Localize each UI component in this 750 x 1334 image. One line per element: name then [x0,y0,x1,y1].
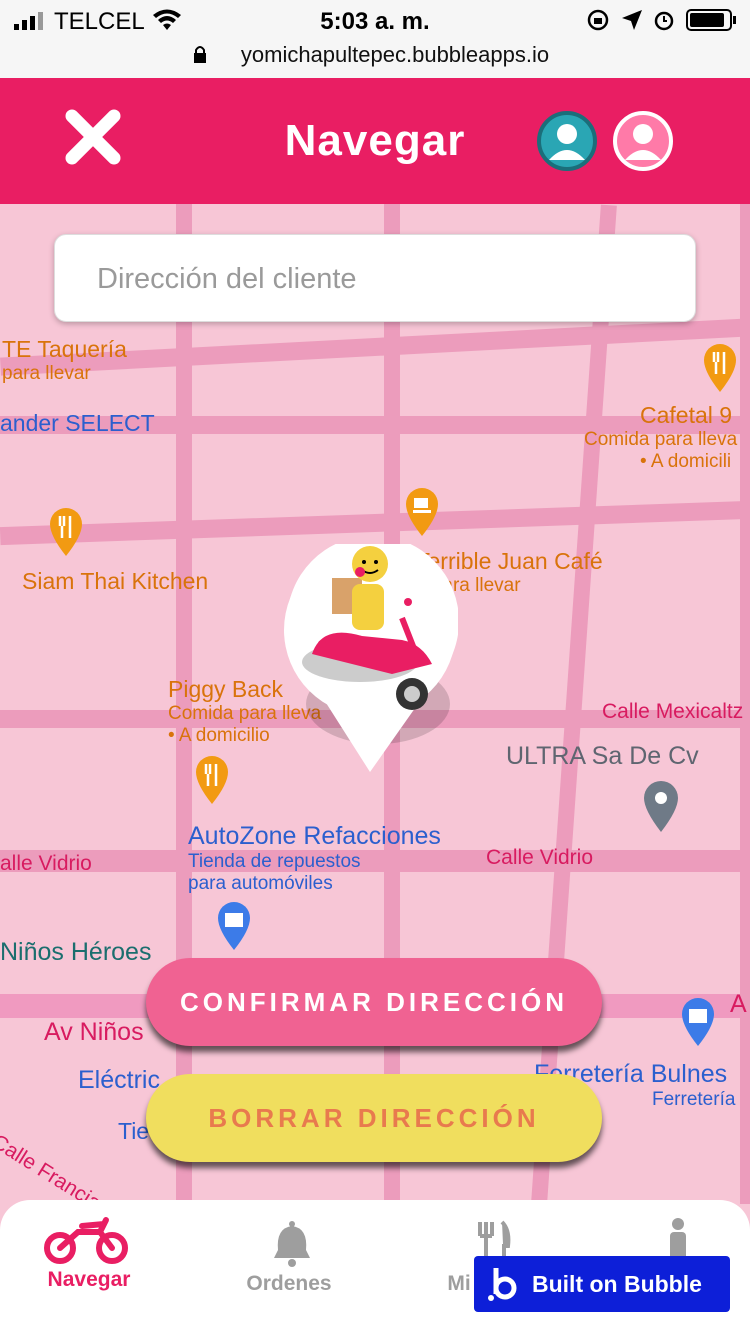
poi-siam: Siam Thai Kitchen [22,568,209,594]
poi-sub: Tienda de repuestos [188,851,361,872]
poi-select: ander SELECT [0,410,155,436]
place-pin-icon [640,778,682,839]
poi-electric: Eléctric [78,1066,160,1094]
map-view[interactable]: TE Taquería para llevar ander SELECT Caf… [0,204,750,1204]
poi-street-label: Calle Mexicaltz [602,700,744,723]
status-bar: TELCEL 5:03 a. m. yomichapultepec.bubble… [0,0,750,78]
nav-label: Navegar [47,1268,131,1291]
address-input[interactable] [95,235,699,323]
url-label[interactable]: yomichapultepec.bubbleapps.io [20,42,750,68]
restaurant-pin-icon [192,754,232,811]
address-search[interactable] [54,234,699,323]
bell-icon [270,1220,314,1273]
restaurant-pin-icon [46,506,86,563]
poi-name: AutoZone Refacciones [188,822,441,850]
poi-calle-francia: Calle Francia [0,1130,105,1204]
confirm-address-button[interactable]: CONFIRMAR DIRECCIÓN [146,958,602,1046]
nav-item-ordenes[interactable]: Ordenes [214,1200,364,1334]
avatar-icon[interactable] [612,110,674,177]
poi-cafetal: Cafetal 9 Comida para lleva • A domicili [584,402,737,473]
battery-icon [686,8,738,37]
alarm-icon [652,8,676,37]
poi-tie: Tie [118,1118,150,1144]
poi-sub: para llevar [2,363,91,384]
poi-name: TE Taquería [2,336,127,362]
poi-av-ninos: Av Niños [44,1018,144,1046]
shopping-pin-icon [678,996,718,1053]
location-arrow-icon [620,8,644,37]
poi-autozone: AutoZone Refacciones Tienda de repuestos… [188,822,441,895]
bubble-label: Built on Bubble [532,1271,702,1297]
poi-street-label: A [730,990,747,1018]
poi-taqueria: TE Taquería para llevar [2,336,127,385]
restaurant-pin-icon [700,342,740,399]
poi-sub2: para automóviles [188,873,333,894]
built-on-bubble-badge[interactable]: Built on Bubble [474,1256,730,1312]
poi-street-label: Calle Vidrio [486,846,593,869]
app-header: Navegar [0,78,750,204]
clear-address-button[interactable]: BORRAR DIRECCIÓN [146,1074,602,1162]
motorcycle-icon [42,1214,130,1269]
poi-ninos-heroes: Niños Héroes [0,938,152,966]
avatar-active-icon[interactable] [536,110,598,177]
poi-street-label: alle Vidrio [0,852,92,875]
rotation-lock-icon [586,8,610,37]
shopping-pin-icon [214,900,254,957]
nav-item-navegar[interactable]: Navegar [14,1200,164,1334]
poi-sub: Ferretería [652,1089,736,1110]
cafe-pin-icon [402,486,442,543]
poi-ultra: ULTRA Sa De Cv [506,742,699,770]
poi-name: Cafetal 9 [640,402,733,428]
bubble-logo-icon [488,1266,522,1307]
delivery-scooter-marker[interactable] [282,535,459,784]
nav-label: Ordenes [246,1272,332,1295]
poi-sub2: • A domicili [640,451,732,472]
street [0,500,750,546]
poi-sub: Comida para lleva [584,429,738,450]
